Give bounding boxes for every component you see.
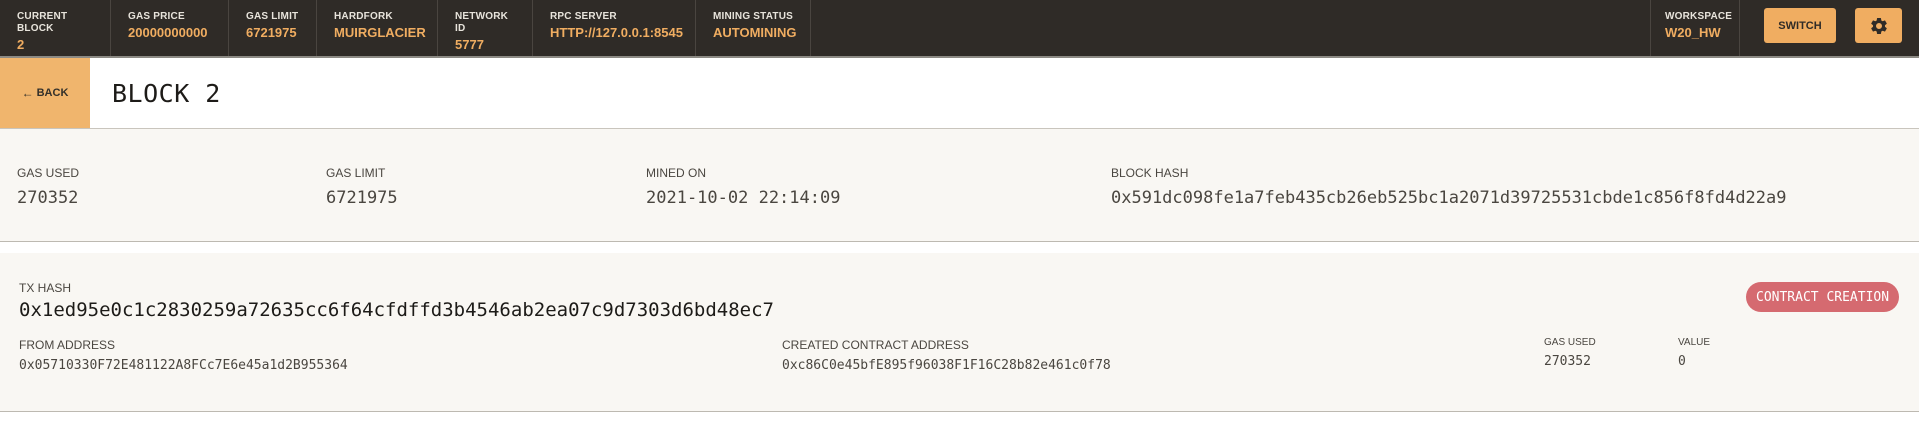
field-value: 270352 — [17, 188, 79, 208]
workspace-label: WORKSPACE — [1665, 11, 1733, 22]
stat-label: HARDFORK — [334, 11, 393, 22]
field-label: CREATED CONTRACT ADDRESS — [782, 338, 969, 352]
field-value: 2021-10-02 22:14:09 — [646, 188, 841, 208]
block-gas-limit: GAS LIMIT 6721975 — [326, 166, 398, 208]
stat-value: 20000000000 — [128, 25, 208, 40]
stat-label: GAS LIMIT — [246, 11, 299, 22]
stat-gas-price: GAS PRICE 20000000000 — [111, 0, 229, 56]
field-value: 0 — [1678, 354, 1686, 369]
stat-value: 6721975 — [246, 25, 297, 40]
field-label: FROM ADDRESS — [19, 338, 116, 352]
field-label: MINED ON — [646, 166, 706, 180]
tx-hash-value: 0x1ed95e0c1c2830259a72635cc6f64cfdffd3b4… — [19, 299, 774, 321]
transaction-row[interactable]: TX HASH 0x1ed95e0c1c2830259a72635cc6f64c… — [0, 252, 1919, 412]
tx-hash-label: TX HASH — [19, 281, 72, 295]
field-value: 270352 — [1544, 354, 1591, 369]
field-label: GAS USED — [17, 166, 80, 180]
field-label: GAS LIMIT — [326, 166, 386, 180]
stat-rpc-server: RPC SERVER HTTP://127.0.0.1:8545 — [533, 0, 696, 56]
stat-label: NETWORK ID — [455, 11, 509, 34]
field-value: 0x05710330F72E481122A8FCc7E6e45a1d2B9553… — [19, 358, 348, 373]
back-button[interactable]: ← BACK — [0, 58, 90, 128]
arrow-left-icon: ← — [21, 86, 34, 100]
tx-created-contract-address: CREATED CONTRACT ADDRESS 0xc86C0e45bfE89… — [782, 338, 1111, 373]
page-title: BLOCK 2 — [112, 78, 221, 108]
block-details: GAS USED 270352 GAS LIMIT 6721975 MINED … — [0, 129, 1919, 242]
field-value: 0xc86C0e45bfE895f96038F1F16C28b82e461c0f… — [782, 358, 1111, 373]
stat-label: GAS PRICE — [128, 11, 185, 22]
contract-creation-badge: CONTRACT CREATION — [1746, 282, 1900, 312]
stat-hardfork: HARDFORK MUIRGLACIER — [317, 0, 438, 56]
stat-gas-limit: GAS LIMIT 6721975 — [229, 0, 317, 56]
tx-value: VALUE 0 — [1678, 337, 1710, 369]
tx-from-address: FROM ADDRESS 0x05710330F72E481122A8FCc7E… — [19, 338, 348, 373]
tx-gas-used: GAS USED 270352 — [1544, 337, 1596, 369]
stat-value: 5777 — [455, 37, 484, 52]
page-header: ← BACK BLOCK 2 — [0, 58, 1919, 129]
field-value: 6721975 — [326, 188, 398, 208]
back-label: BACK — [36, 87, 69, 99]
block-mined-on: MINED ON 2021-10-02 22:14:09 — [646, 166, 840, 208]
status-bar: CURRENT BLOCK 2 GAS PRICE 20000000000 GA… — [0, 0, 1919, 58]
field-label: GAS USED — [1544, 337, 1596, 348]
stat-label: RPC SERVER — [550, 11, 617, 22]
stat-current-block: CURRENT BLOCK 2 — [0, 0, 111, 56]
stat-value: AUTOMINING — [713, 25, 797, 40]
stat-label: CURRENT BLOCK — [17, 11, 68, 34]
stat-value: MUIRGLACIER — [334, 25, 426, 40]
block-hash: BLOCK HASH 0x591dc098fe1a7feb435cb26eb52… — [1111, 166, 1787, 208]
switch-workspace-button[interactable]: SWITCH — [1764, 8, 1836, 43]
workspace-name: W20_HW — [1665, 25, 1721, 40]
block-gas-used: GAS USED 270352 — [17, 166, 79, 208]
settings-button[interactable] — [1855, 8, 1902, 43]
stat-network-id: NETWORK ID 5777 — [438, 0, 533, 56]
stat-label: MINING STATUS — [713, 11, 794, 22]
stat-value: HTTP://127.0.0.1:8545 — [550, 25, 683, 40]
field-value: 0x591dc098fe1a7feb435cb26eb525bc1a2071d3… — [1111, 188, 1787, 208]
gear-icon — [1870, 17, 1887, 34]
field-label: VALUE — [1678, 337, 1711, 348]
field-label: BLOCK HASH — [1111, 166, 1189, 180]
stat-value: 2 — [17, 37, 25, 52]
stat-mining-status: MINING STATUS AUTOMINING — [696, 0, 811, 56]
workspace-indicator: WORKSPACE W20_HW — [1650, 0, 1740, 56]
